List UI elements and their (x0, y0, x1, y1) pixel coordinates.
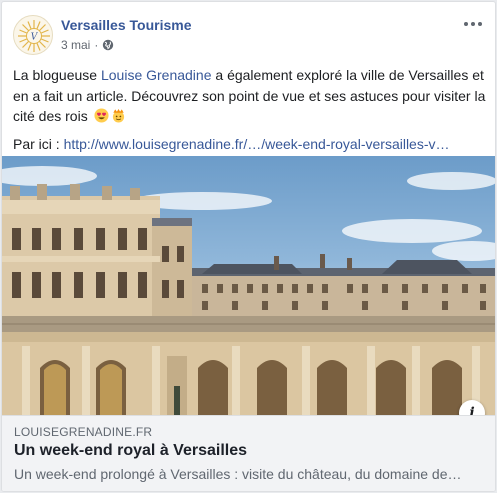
article-url-link[interactable]: http://www.louisegrenadine.fr/…/week-end… (64, 136, 450, 152)
link-preview-card[interactable]: LOUISEGRENADINE.FR Un week-end royal à V… (2, 415, 495, 491)
post-header: V Versailles Tourisme 3 mai · (13, 15, 485, 57)
facebook-post: V Versailles Tourisme 3 mai · La blogueu… (1, 1, 496, 492)
globe-icon[interactable] (102, 39, 114, 51)
crown-emoji-icon (112, 108, 124, 123)
link-prefix: Par ici : (13, 135, 64, 152)
post-text: La blogueuse Louise Grenadine a égalemen… (13, 65, 489, 154)
article-image[interactable]: i (2, 156, 495, 415)
meta-separator: · (94, 38, 99, 52)
post-date[interactable]: 3 mai (61, 38, 90, 52)
heart-eyes-emoji-icon (94, 108, 109, 123)
chateau-versailles-photo (2, 166, 495, 415)
post-message: La blogueuse Louise Grenadine a égalemen… (13, 65, 489, 127)
more-dot (478, 22, 482, 26)
more-horizontal-icon (464, 22, 468, 26)
more-options-button[interactable] (461, 15, 485, 33)
link-line: Par ici : http://www.louisegrenadine.fr/… (13, 134, 489, 155)
card-domain: LOUISEGRENADINE.FR (14, 425, 153, 439)
message-part1: La blogueuse (13, 67, 101, 83)
card-title[interactable]: Un week-end royal à Versailles (14, 442, 247, 460)
sun-logo-icon: V (18, 20, 50, 52)
post-meta: 3 mai · (61, 38, 114, 52)
more-dot (471, 22, 475, 26)
page-name[interactable]: Versailles Tourisme (61, 17, 191, 33)
mention-link[interactable]: Louise Grenadine (101, 67, 212, 83)
page-avatar[interactable]: V (13, 15, 53, 55)
card-description: Un week-end prolongé à Versailles : visi… (14, 466, 462, 482)
